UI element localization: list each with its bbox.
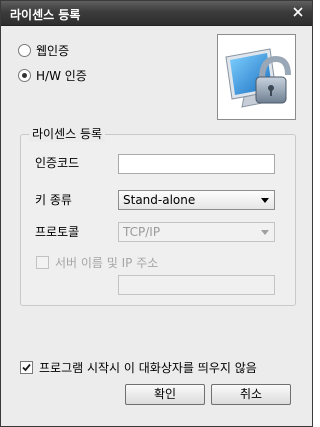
protocol-label: 프로토콜	[35, 225, 80, 239]
web-auth-label: 웹인증	[36, 44, 70, 58]
title-bar[interactable]: 라이센스 등록	[1, 1, 312, 26]
radio-indicator	[18, 69, 31, 82]
chevron-down-icon	[261, 230, 269, 235]
auth-code-label: 인증코드	[35, 156, 80, 170]
protocol-value: TCP/IP	[123, 225, 161, 239]
key-type-label: 키 종류	[35, 193, 72, 207]
dont-show-on-startup-label: 프로그램 시작시 이 대화상자를 띄우지 않음	[39, 361, 257, 375]
auth-code-input[interactable]	[118, 154, 275, 174]
computer-lock-illustration	[217, 34, 296, 120]
server-address-input[interactable]	[118, 275, 275, 295]
key-type-select[interactable]: Stand-alone	[118, 190, 275, 210]
license-dialog: 라이센스 등록 웹인증 H/W 인증 라이센스 등록 인증코드 키 종류 Sta…	[0, 0, 313, 427]
server-checkbox[interactable]: 서버 이름 및 IP 주소	[36, 254, 158, 271]
checkmark-icon	[22, 363, 31, 372]
hw-auth-label: H/W 인증	[36, 69, 87, 83]
cancel-button[interactable]: 취소	[211, 384, 291, 405]
window-title: 라이센스 등록	[10, 8, 81, 22]
dont-show-on-startup-checkbox[interactable]: 프로그램 시작시 이 대화상자를 띄우지 않음	[20, 359, 257, 376]
close-button[interactable]	[289, 4, 306, 21]
protocol-select[interactable]: TCP/IP	[118, 222, 275, 242]
web-auth-radio[interactable]: 웹인증	[18, 42, 69, 59]
close-icon	[292, 7, 303, 17]
radio-indicator	[18, 44, 31, 57]
license-group-legend: 라이센스 등록	[29, 125, 106, 142]
chevron-down-icon	[261, 198, 269, 203]
checkbox-indicator	[36, 256, 49, 269]
ok-button[interactable]: 확인	[125, 384, 205, 405]
checkbox-indicator	[20, 361, 33, 374]
server-checkbox-label: 서버 이름 및 IP 주소	[55, 256, 159, 270]
key-type-value: Stand-alone	[123, 193, 196, 207]
hw-auth-radio[interactable]: H/W 인증	[18, 67, 87, 84]
computer-lock-icon	[225, 48, 291, 108]
